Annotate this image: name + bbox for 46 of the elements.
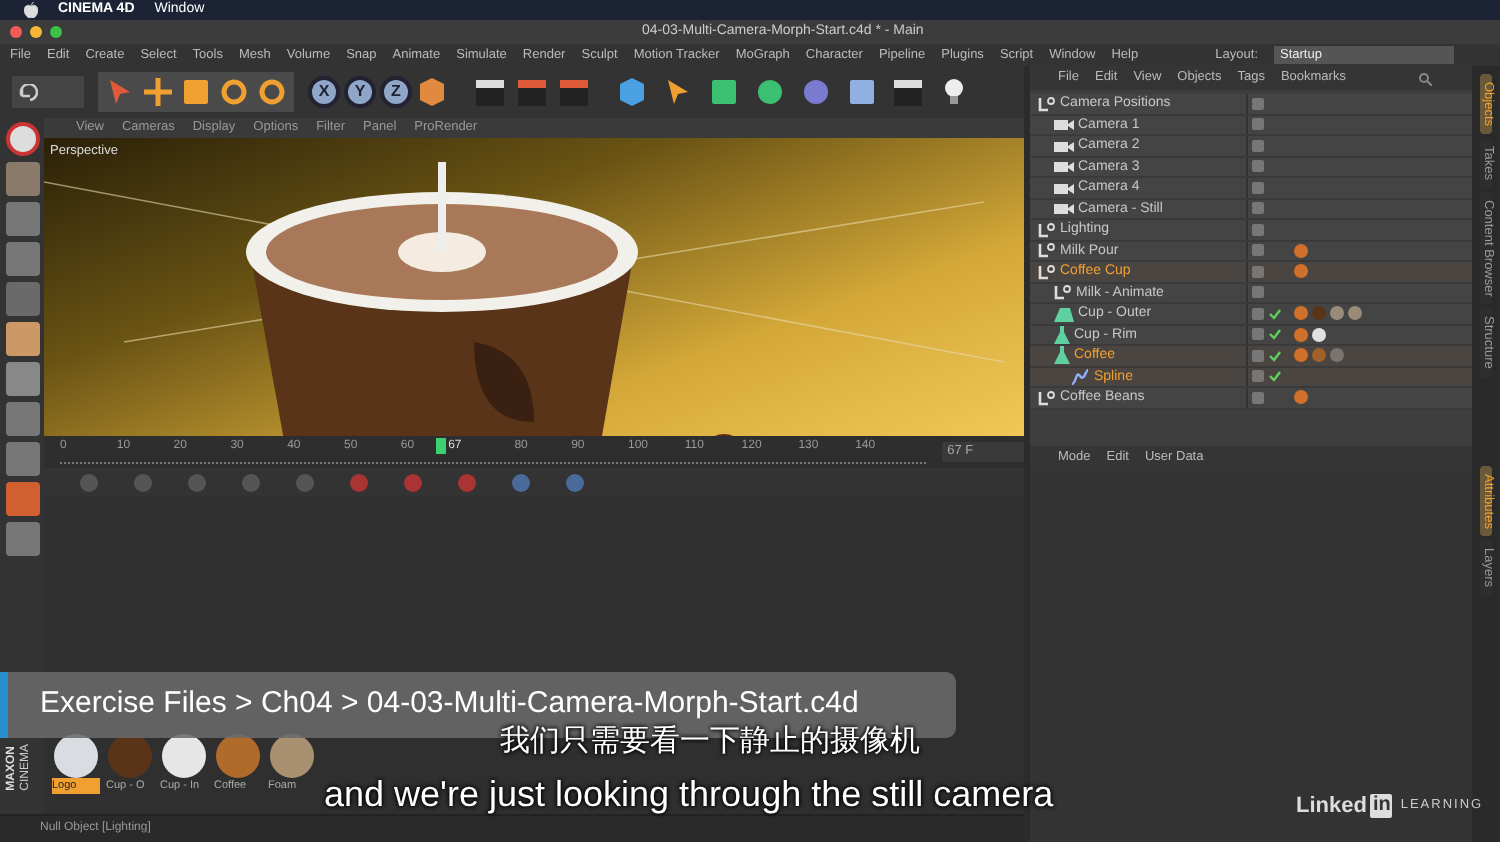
close-button[interactable]	[10, 26, 22, 38]
null-object-icon	[1038, 221, 1056, 238]
transport-icon[interactable]	[512, 473, 530, 491]
null-object-icon	[1038, 95, 1056, 112]
transport-icon[interactable]	[458, 473, 476, 491]
axis-toggle[interactable]: Z	[380, 76, 412, 108]
transport-icon[interactable]	[404, 473, 422, 491]
undo-button[interactable]	[12, 76, 84, 108]
transport-icon[interactable]	[134, 473, 152, 491]
null-object-icon	[1038, 242, 1056, 259]
transport-icon[interactable]	[80, 473, 98, 491]
clapperboard-icon[interactable]	[474, 76, 506, 108]
subtitle-english: and we're just looking through the still camera	[324, 772, 1054, 818]
zoom-button[interactable]	[50, 26, 62, 38]
null-object-icon	[1054, 284, 1072, 301]
enabled-check-icon[interactable]	[1268, 370, 1282, 383]
transport-icon[interactable]	[566, 473, 584, 491]
tag-icon[interactable]	[1312, 327, 1326, 342]
tool-icon[interactable]	[5, 322, 39, 356]
transport-icon[interactable]	[350, 473, 368, 491]
transport-icon[interactable]	[188, 473, 206, 491]
material-swatch[interactable]	[108, 734, 152, 778]
search-icon[interactable]	[1418, 71, 1432, 85]
tool-icon[interactable]	[5, 122, 39, 156]
enabled-check-icon[interactable]	[1268, 349, 1282, 362]
material-swatch[interactable]	[216, 734, 260, 778]
axis-toggle[interactable]: Y	[344, 76, 376, 108]
rotate-icon[interactable]	[256, 76, 288, 108]
material-swatch[interactable]	[162, 734, 206, 778]
null-object-icon	[1038, 389, 1056, 406]
material-swatch[interactable]	[54, 734, 98, 778]
axis-toggle[interactable]: X	[308, 76, 340, 108]
transport-icon[interactable]	[242, 473, 260, 491]
enabled-check-icon[interactable]	[1268, 307, 1282, 320]
null-object-icon	[1038, 263, 1056, 280]
minimize-button[interactable]	[30, 26, 42, 38]
material-swatch[interactable]	[270, 734, 314, 778]
cube-icon[interactable]	[616, 76, 648, 108]
spline-icon	[1070, 367, 1090, 386]
undo-icon	[18, 83, 38, 101]
playhead[interactable]	[435, 438, 446, 454]
transport-icon[interactable]	[296, 473, 314, 491]
move-icon[interactable]	[142, 76, 174, 108]
enabled-check-icon[interactable]	[1268, 328, 1282, 341]
rotate-icon[interactable]	[218, 76, 250, 108]
apple-icon[interactable]	[24, 2, 38, 18]
